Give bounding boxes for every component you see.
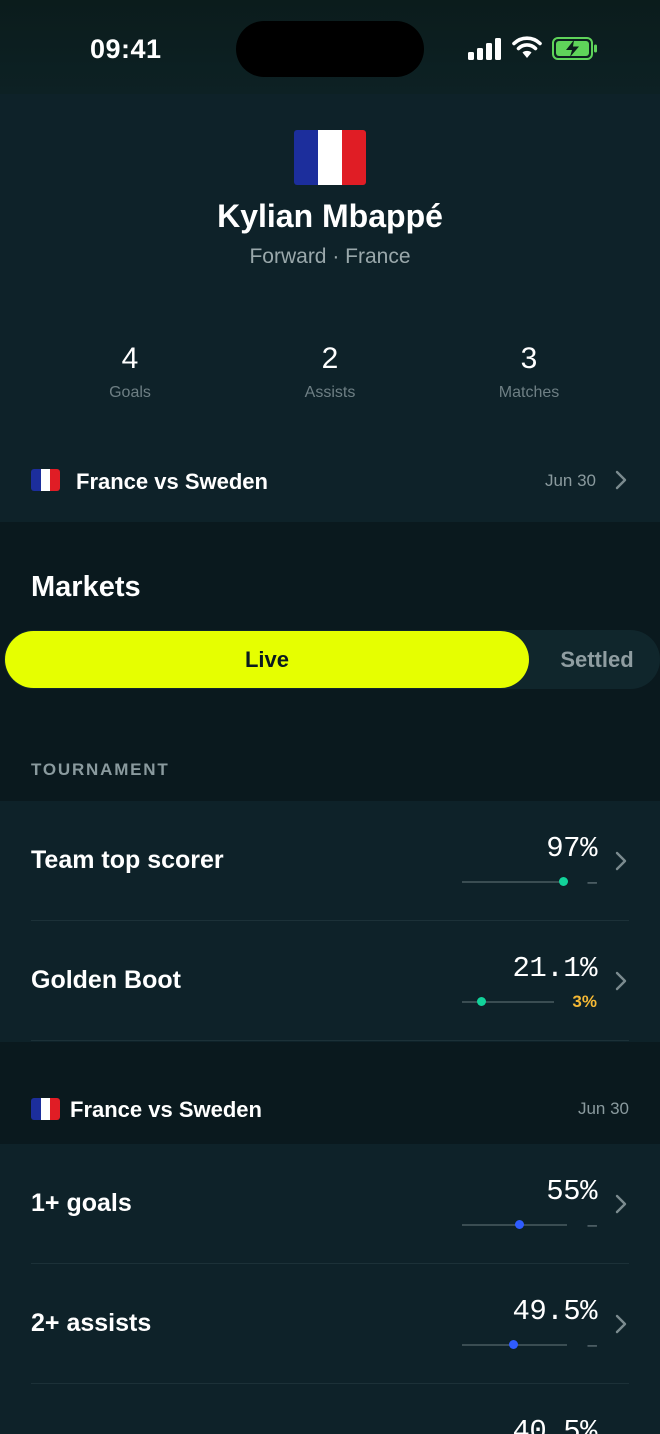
market-row-assists[interactable]: 2+ assists 49.5% – bbox=[0, 1264, 660, 1384]
player-name: Kylian Mbappé bbox=[217, 198, 443, 234]
market-probability: 55% bbox=[546, 1175, 597, 1208]
chevron-right-icon bbox=[615, 1314, 627, 1334]
probability-track bbox=[462, 881, 567, 883]
chevron-right-icon bbox=[615, 971, 627, 991]
market-change: – bbox=[587, 1335, 597, 1354]
player-subtitle: Forward · France bbox=[249, 245, 411, 268]
market-row-golden-boot[interactable]: Golden Boot 21.1% 3% bbox=[0, 921, 660, 1041]
stat-value: 2 bbox=[321, 342, 339, 375]
match-title: France vs Sweden bbox=[76, 469, 268, 494]
stat-value: 4 bbox=[121, 342, 139, 375]
battery-charging-icon bbox=[552, 37, 597, 60]
france-flag-icon bbox=[31, 469, 60, 491]
section-label-tournament: TOURNAMENT bbox=[31, 760, 170, 779]
match-section-date: Jun 30 bbox=[577, 1099, 629, 1118]
stat-label: Assists bbox=[304, 384, 356, 401]
stat-label: Goals bbox=[109, 384, 151, 401]
probability-track bbox=[462, 1001, 554, 1003]
probability-dot bbox=[559, 877, 569, 886]
probability-dot bbox=[476, 997, 486, 1006]
dynamic-island bbox=[236, 21, 424, 77]
market-change: 3% bbox=[572, 992, 597, 1011]
stat-matches: 3 Matches bbox=[429, 342, 629, 402]
market-probability: 21.1% bbox=[512, 952, 597, 985]
chevron-right-icon bbox=[615, 851, 627, 871]
tab-live[interactable]: Live bbox=[5, 631, 529, 688]
chevron-right-icon bbox=[615, 470, 627, 490]
player-header: Kylian Mbappé Forward · France 4 Goals 2… bbox=[0, 94, 660, 522]
market-row-partial[interactable]: 40.5% bbox=[0, 1384, 660, 1434]
probability-dot bbox=[515, 1220, 525, 1229]
market-probability: 97% bbox=[546, 832, 597, 865]
match-section-title: France vs Sweden bbox=[70, 1097, 262, 1122]
tournament-market-list: Team top scorer 97% – Golden Boot 21.1% … bbox=[0, 801, 660, 1042]
market-probability: 40.5% bbox=[512, 1415, 597, 1434]
divider bbox=[31, 1040, 629, 1041]
market-row-team-top-scorer[interactable]: Team top scorer 97% – bbox=[0, 801, 660, 921]
market-status-toggle: Live Settled bbox=[4, 630, 660, 689]
status-bar: 09:41 bbox=[0, 0, 660, 94]
market-row-goals[interactable]: 1+ goals 55% – bbox=[0, 1144, 660, 1264]
cellular-signal-icon bbox=[468, 38, 502, 60]
market-change: – bbox=[587, 1215, 597, 1234]
match-date: Jun 30 bbox=[544, 471, 596, 490]
stat-label: Matches bbox=[498, 384, 560, 401]
tab-settled[interactable]: Settled bbox=[534, 630, 660, 689]
market-label: Golden Boot bbox=[31, 966, 181, 994]
probability-dot bbox=[509, 1340, 519, 1349]
markets-title: Markets bbox=[31, 571, 141, 603]
stat-assists: 2 Assists bbox=[230, 342, 430, 402]
next-match-row[interactable]: France vs Sweden Jun 30 bbox=[0, 444, 660, 516]
match-market-list: 1+ goals 55% – 2+ assists 49.5% – 40.5% bbox=[0, 1144, 660, 1434]
market-probability: 49.5% bbox=[512, 1295, 597, 1328]
market-change: – bbox=[587, 872, 597, 891]
france-flag-icon bbox=[294, 130, 366, 185]
stat-goals: 4 Goals bbox=[30, 342, 230, 402]
match-section-header: France vs Sweden Jun 30 bbox=[0, 1042, 660, 1144]
market-label: 1+ goals bbox=[31, 1189, 132, 1217]
chevron-right-icon bbox=[615, 1194, 627, 1214]
status-time: 09:41 bbox=[90, 34, 162, 64]
player-profile-screen: 09:41 Kylian Mbappé Forward · France 4 G… bbox=[0, 0, 660, 1434]
market-label: 2+ assists bbox=[31, 1309, 152, 1337]
stat-value: 3 bbox=[520, 342, 538, 375]
market-label: Team top scorer bbox=[31, 846, 224, 874]
wifi-icon bbox=[512, 36, 542, 58]
france-flag-icon bbox=[31, 1098, 60, 1120]
